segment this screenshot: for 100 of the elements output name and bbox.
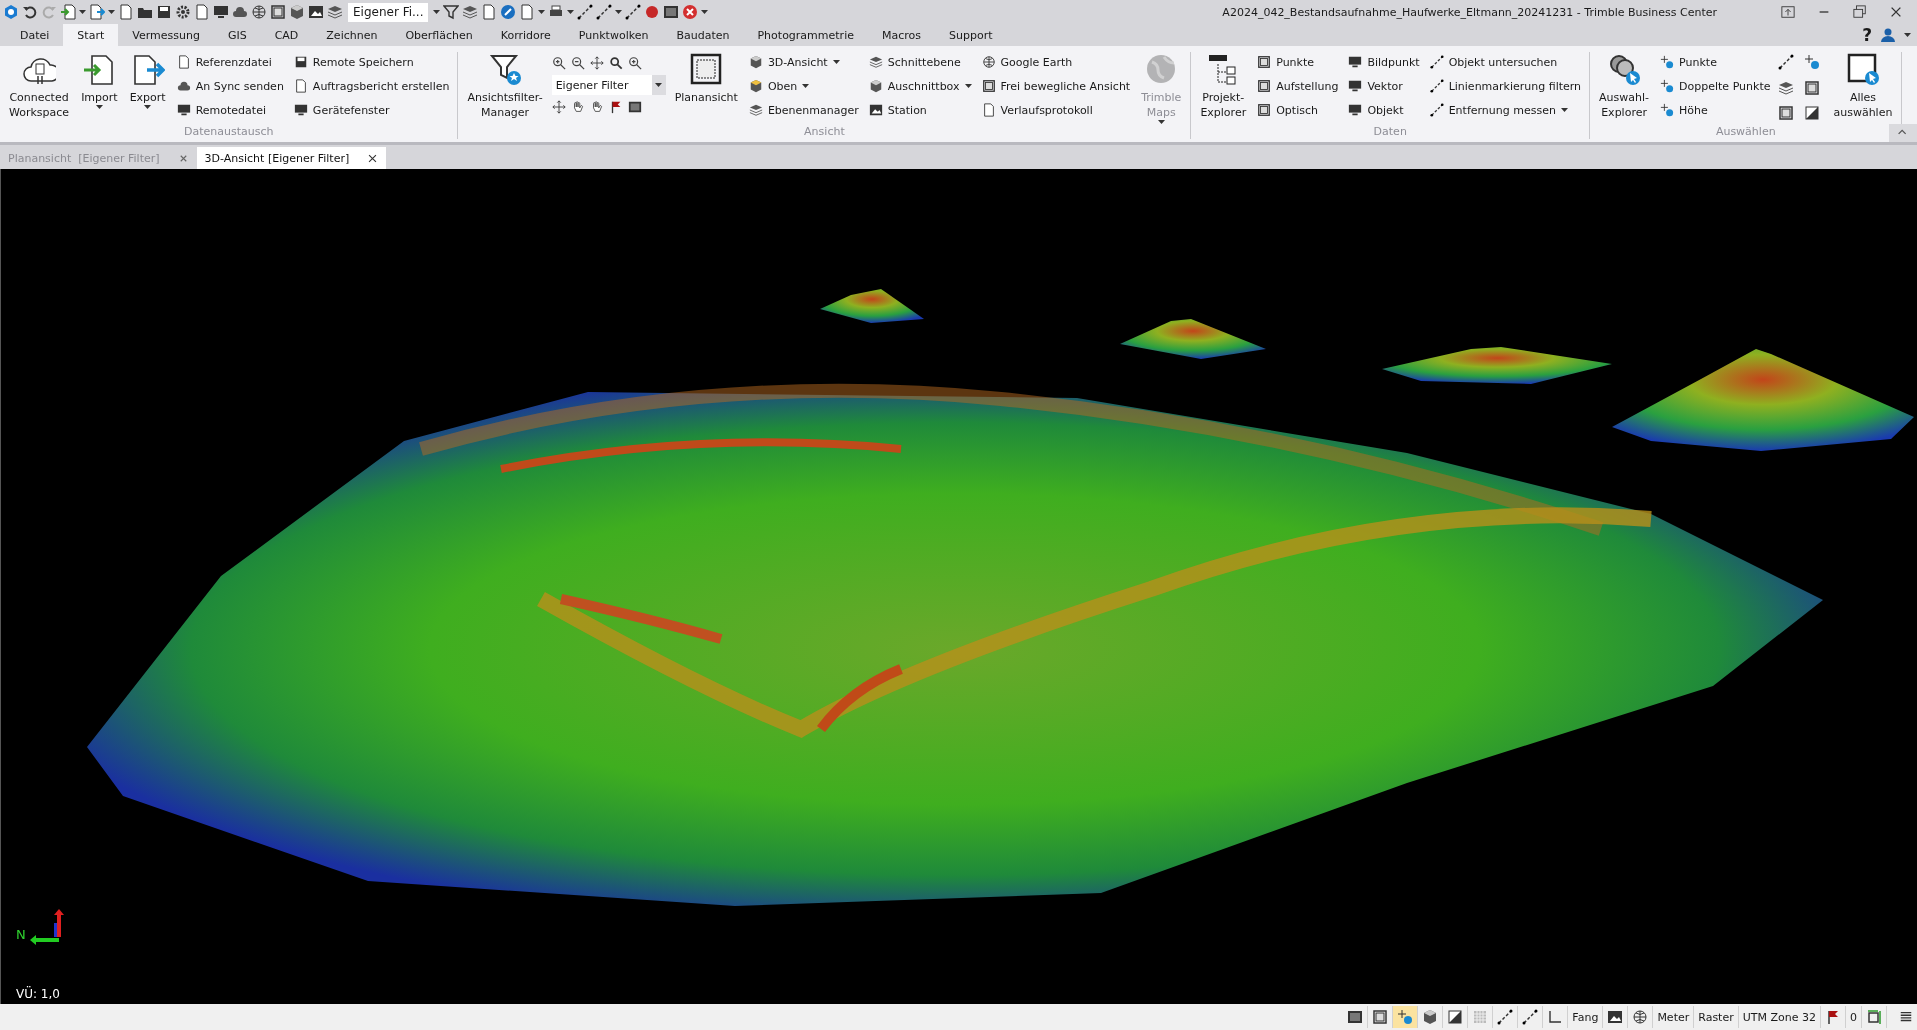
point-icon[interactable]: [1804, 54, 1821, 70]
ribbon-button[interactable]: Remotedatei: [174, 100, 286, 120]
ribbon-button[interactable]: An Sync senden: [174, 76, 286, 96]
ribbon-tab[interactable]: CAD: [260, 24, 313, 46]
close-icon[interactable]: [367, 152, 379, 164]
ribbon-button[interactable]: Alles auswählen: [1830, 52, 1896, 125]
line-icon[interactable]: [596, 4, 613, 20]
cube-icon[interactable]: [289, 4, 305, 20]
export-icon[interactable]: [89, 4, 105, 20]
square-icon[interactable]: [1778, 105, 1795, 122]
view-filter-combo[interactable]: Eigener Fi...: [348, 2, 429, 22]
globe-icon[interactable]: [251, 4, 267, 20]
zoom-in-icon[interactable]: [551, 56, 566, 70]
ribbon-tab[interactable]: Vermessung: [118, 24, 214, 46]
line-icon[interactable]: [1778, 54, 1795, 70]
status-text[interactable]: Raster: [1698, 1010, 1734, 1024]
caret-icon[interactable]: [79, 10, 86, 14]
ribbon-button[interactable]: Auswahl- Explorer: [1596, 52, 1653, 125]
ribbon-button[interactable]: 3D-Ansicht: [746, 52, 861, 72]
ribbon-tab[interactable]: Macros: [867, 24, 935, 46]
ribbon-button[interactable]: Google Earth: [979, 52, 1133, 72]
contrast-icon[interactable]: [1804, 105, 1821, 122]
layers-icon[interactable]: [1778, 79, 1795, 96]
ribbon-button[interactable]: Ansichtsfilter- Manager: [464, 52, 546, 125]
fit-icon[interactable]: [1866, 1009, 1882, 1025]
menu-icon[interactable]: [1899, 1010, 1913, 1024]
caret-icon[interactable]: [1904, 33, 1911, 37]
ribbon-tab[interactable]: Baudaten: [662, 24, 744, 46]
app-logo-icon[interactable]: [3, 4, 19, 20]
import-icon[interactable]: [60, 4, 76, 20]
filter-dropdown[interactable]: Eigener Filter: [551, 75, 666, 95]
caret-icon[interactable]: [567, 10, 575, 14]
ribbon-button[interactable]: Auschnittbox: [866, 76, 974, 96]
caret-icon[interactable]: [433, 10, 441, 14]
close-icon[interactable]: [1889, 5, 1903, 19]
status-text[interactable]: 0: [1850, 1010, 1857, 1024]
line-icon[interactable]: [625, 4, 642, 20]
save-icon[interactable]: [156, 4, 172, 20]
pan-icon[interactable]: [589, 56, 604, 70]
ribbon-button[interactable]: Connected Workspace: [6, 52, 73, 125]
status-text[interactable]: Meter: [1657, 1010, 1690, 1024]
ribbon-button[interactable]: Linienmarkierung filtern: [1427, 76, 1584, 96]
ribbon-tab[interactable]: Support: [935, 24, 1007, 46]
user-icon[interactable]: [1880, 27, 1896, 43]
ribbon-button[interactable]: Planansicht: [671, 52, 741, 125]
snap-icon[interactable]: [1497, 1009, 1514, 1025]
flag-icon[interactable]: [1825, 1009, 1841, 1025]
ribbon-button[interactable]: Punkte: [1255, 52, 1341, 72]
ribbon-button[interactable]: Optisch: [1255, 100, 1341, 120]
undo-icon[interactable]: [22, 4, 38, 20]
line-icon[interactable]: [577, 4, 594, 20]
ribbon-button[interactable]: Station: [866, 100, 974, 120]
picture-icon[interactable]: [308, 4, 324, 20]
ribbon-tab[interactable]: Photogrammetrie: [743, 24, 868, 46]
ribbon-button[interactable]: Auftragsbericht erstellen: [291, 76, 452, 96]
new-document-icon[interactable]: [118, 4, 134, 20]
ribbon-button[interactable]: Schnittebene: [866, 52, 974, 72]
contrast-icon[interactable]: [1447, 1009, 1464, 1025]
ribbon-button[interactable]: Export: [126, 52, 169, 125]
zoom-in-icon[interactable]: [627, 56, 642, 70]
ribbon-tab[interactable]: Punktwolken: [564, 24, 663, 46]
ribbon-tab[interactable]: Zeichnen: [312, 24, 392, 46]
ribbon-button[interactable]: Frei bewegliche Ansicht: [979, 76, 1133, 96]
ribbon-button[interactable]: Höhe: [1658, 100, 1773, 120]
terminal-icon[interactable]: [663, 4, 680, 20]
help-button[interactable]: ?: [1862, 25, 1872, 45]
funnel-icon[interactable]: [443, 4, 460, 20]
ribbon-button[interactable]: Gerätefenster: [291, 100, 452, 120]
zoom-out-icon[interactable]: [570, 56, 585, 70]
ribbon-button[interactable]: Doppelte Punkte: [1658, 76, 1773, 96]
caret-icon[interactable]: [615, 10, 623, 14]
ribbon-button[interactable]: Punkte: [1658, 52, 1773, 72]
frame-icon[interactable]: [270, 4, 286, 20]
move-icon[interactable]: [551, 100, 566, 114]
ribbon-button[interactable]: Referenzdatei: [174, 52, 286, 72]
ribbon-tab[interactable]: Oberflächen: [391, 24, 487, 46]
caret-icon[interactable]: [108, 10, 115, 14]
caret-icon[interactable]: [701, 10, 709, 14]
ribbon-button[interactable]: Aufstellung: [1255, 76, 1341, 96]
ribbon-button[interactable]: Ebenenmanager: [746, 100, 861, 120]
ribbon-button[interactable]: Vektor: [1346, 76, 1422, 96]
globe-icon[interactable]: [1632, 1009, 1649, 1025]
monitor-icon[interactable]: [213, 4, 229, 20]
ribbon-tab[interactable]: Datei: [6, 24, 64, 46]
settings-icon[interactable]: [175, 4, 191, 20]
ribbon-tab[interactable]: Start: [63, 24, 119, 46]
ribbon-button[interactable]: Oben: [746, 76, 861, 96]
stop-icon[interactable]: [682, 4, 699, 20]
ribbon-button[interactable]: Bildpunkt: [1346, 52, 1422, 72]
document-tab[interactable]: 3D-Ansicht [Eigener Filter]: [196, 147, 387, 169]
layers-icon[interactable]: [462, 4, 479, 20]
layers-icon[interactable]: [327, 4, 343, 20]
status-text[interactable]: UTM Zone 32: [1742, 1010, 1816, 1024]
terminal-icon[interactable]: [627, 100, 642, 114]
restore-icon[interactable]: [1853, 5, 1867, 19]
ribbon-button[interactable]: Projekt- Explorer: [1197, 52, 1250, 125]
caret-icon[interactable]: [538, 10, 546, 14]
ribbon-button[interactable]: Remote Speichern: [291, 52, 452, 72]
record-icon[interactable]: [644, 4, 661, 20]
map-icon[interactable]: [1607, 1009, 1624, 1025]
